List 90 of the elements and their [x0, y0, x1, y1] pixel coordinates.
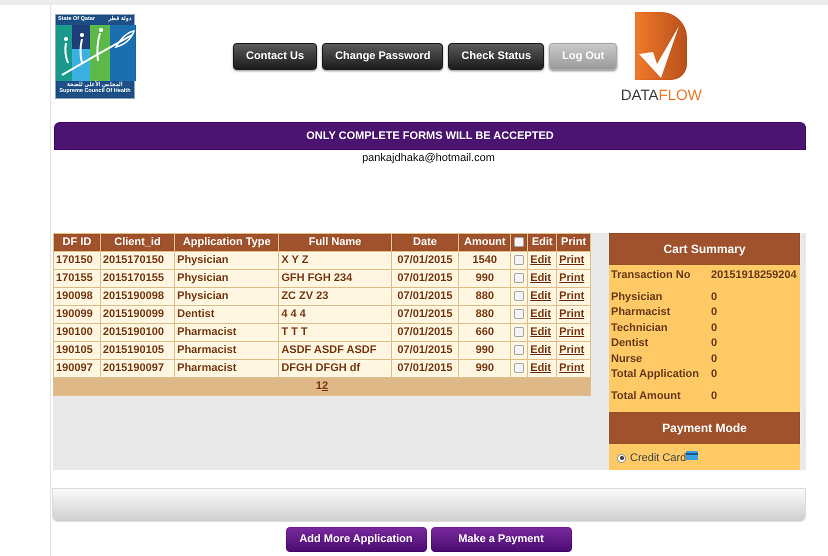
row-checkbox[interactable]	[514, 363, 524, 374]
payment-title: Payment Mode	[609, 412, 800, 444]
summary-value: 0	[711, 352, 718, 366]
column-header: Edit	[528, 234, 557, 252]
table-cell: 2015190098	[100, 288, 175, 306]
table-cell: 170155	[54, 270, 100, 288]
table-cell: Pharmacist	[174, 324, 279, 342]
table-cell: 190100	[54, 324, 100, 342]
cart-title: Cart Summary	[609, 233, 800, 265]
user-email: pankajdhaka@hotmail.com	[362, 152, 495, 164]
column-header: Amount	[458, 234, 511, 252]
logo-icon	[635, 12, 688, 80]
summary-label: Transaction No	[611, 268, 692, 283]
table-cell: DFGH DFGH df	[278, 360, 392, 378]
table-cell: Physician	[174, 252, 279, 270]
column-header: Date	[391, 234, 459, 252]
table-cell: ASDF ASDF ASDF	[278, 342, 392, 360]
nav-button[interactable]: Contact Us	[233, 43, 318, 70]
page-link[interactable]: 2	[322, 380, 328, 392]
table-cell: 2015190105	[100, 342, 175, 360]
summary-value: 0	[711, 388, 718, 404]
payment-label: Credit Card	[630, 451, 686, 466]
summary-label: Technician	[611, 320, 669, 336]
table-cell: 07/01/2015	[391, 324, 459, 342]
summary-value: 20151918259204	[711, 268, 797, 283]
column-header: Application Type	[174, 234, 279, 252]
summary-label: Dentist	[611, 336, 650, 351]
select-all-checkbox[interactable]	[514, 237, 524, 248]
summary-value: 0	[711, 320, 718, 336]
table-cell: 07/01/2015	[391, 252, 459, 270]
table-cell: Pharmacist	[174, 342, 279, 360]
summary-label: Total Application	[611, 367, 700, 382]
row-checkbox[interactable]	[514, 273, 524, 284]
summary-value: 0	[711, 367, 718, 382]
row-checkbox[interactable]	[514, 291, 524, 302]
nav-button[interactable]: Change Password	[322, 43, 444, 70]
brand-name: DATAFLOW	[620, 88, 702, 103]
table-cell: 1540	[458, 252, 511, 270]
page-number: 1	[316, 380, 322, 392]
summary-label: Pharmacist	[611, 305, 672, 320]
row-checkbox[interactable]	[514, 309, 524, 320]
table-cell: 660	[458, 324, 511, 342]
table-cell: 170150	[54, 252, 100, 270]
table-cell: GFH FGH 234	[278, 270, 392, 288]
table-cell: 880	[458, 306, 511, 324]
table-cell: X Y Z	[278, 252, 392, 270]
row-checkbox[interactable]	[514, 327, 524, 338]
table-cell: Dentist	[174, 306, 279, 324]
table-cell: Physician	[174, 270, 279, 288]
table-cell: 07/01/2015	[391, 342, 459, 360]
column-header: Client_id	[100, 234, 175, 252]
table-cell: 190099	[54, 306, 100, 324]
notice-banner: ONLY COMPLETE FORMS WILL BE ACCEPTED	[54, 122, 806, 150]
row-checkbox[interactable]	[514, 255, 524, 266]
table-cell: 2015190099	[100, 306, 175, 324]
summary-value: 0	[711, 336, 718, 351]
table-cell: ZC ZV 23	[278, 288, 392, 306]
table-cell: 190105	[54, 342, 100, 360]
table-cell: 190098	[54, 288, 100, 306]
radio-button[interactable]	[617, 454, 626, 463]
table-cell: 07/01/2015	[391, 288, 459, 306]
column-header: Full Name	[278, 234, 392, 252]
table-cell: 2015170150	[100, 252, 175, 270]
table-cell: 990	[458, 270, 511, 288]
table-cell: 2015170155	[100, 270, 175, 288]
table-cell: 07/01/2015	[391, 360, 459, 378]
table-cell: Pharmacist	[174, 360, 279, 378]
nav-button[interactable]: Check Status	[448, 43, 544, 70]
table-cell: 880	[458, 288, 511, 306]
row-checkbox[interactable]	[514, 345, 524, 356]
summary-label: Physician	[611, 290, 664, 304]
column-header: Print	[556, 234, 590, 252]
table-cell: T T T	[278, 324, 392, 342]
action-button[interactable]: Add More Application	[286, 527, 426, 552]
action-button[interactable]: Make a Payment	[430, 527, 572, 552]
credit-card-icon	[686, 450, 698, 460]
table-cell: 190097	[54, 360, 100, 378]
summary-label: Total Amount	[611, 388, 682, 404]
summary-value: 0	[711, 305, 718, 320]
table-cell: 07/01/2015	[391, 270, 459, 288]
table-cell: 4 4 4	[278, 306, 392, 324]
table-cell: 07/01/2015	[391, 306, 459, 324]
column-header: DF ID	[54, 234, 100, 252]
table-cell: 990	[458, 342, 511, 360]
table-cell: 2015190100	[100, 324, 175, 342]
summary-label: Nurse	[611, 352, 644, 366]
summary-value: 0	[711, 290, 718, 304]
table-cell: 2015190097	[100, 360, 175, 378]
table-cell: 990	[458, 360, 511, 378]
table-cell: Physician	[174, 288, 279, 306]
